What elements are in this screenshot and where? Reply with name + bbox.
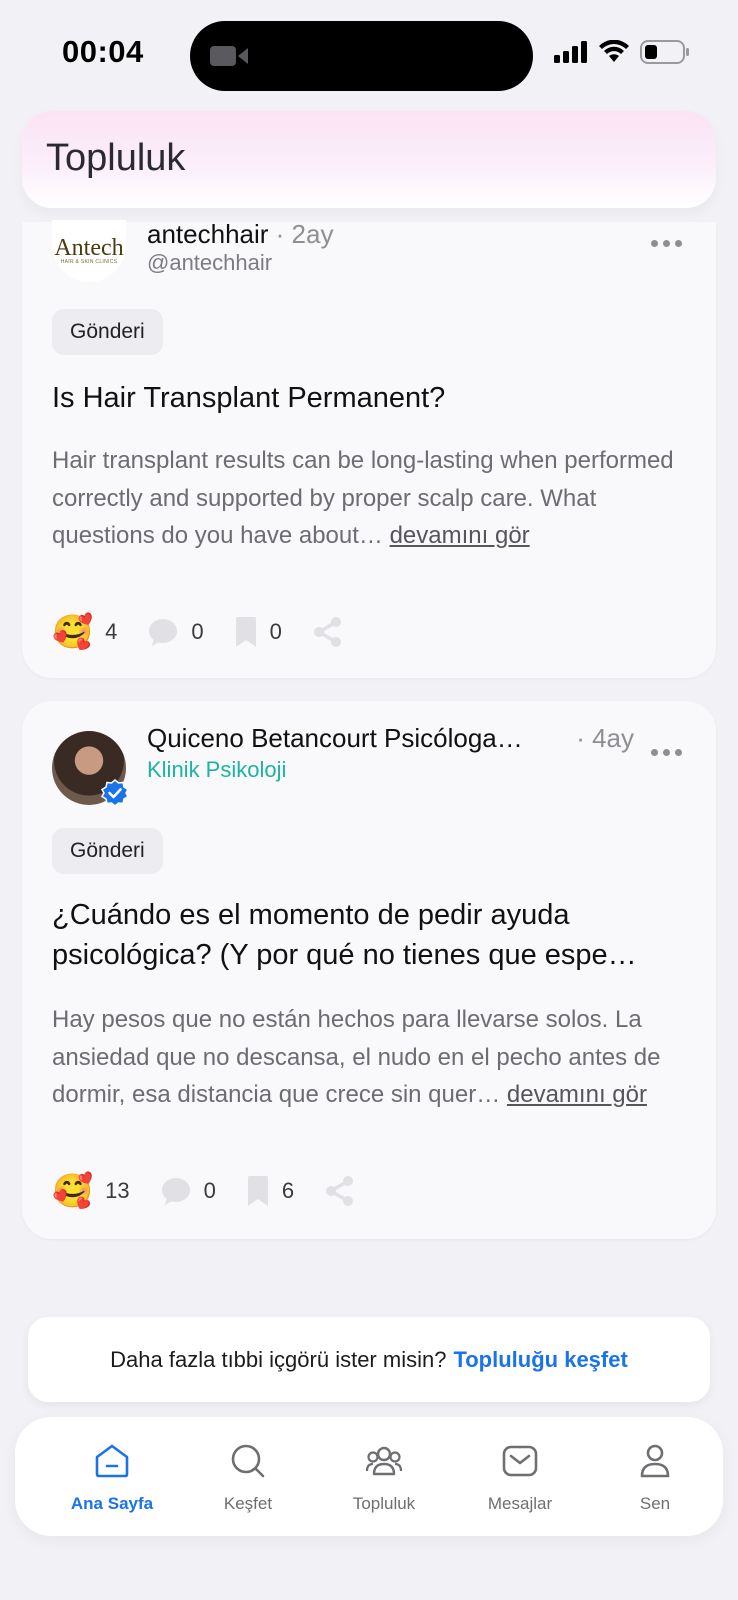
mail-icon <box>502 1445 538 1477</box>
tab-label: Ana Sayfa <box>70 1494 154 1513</box>
post-time: · 2ay <box>275 219 334 249</box>
page-title: Topluluk <box>46 137 186 179</box>
bottom-tab-bar: Ana Sayfa Keşfet Topluluk Mesajlar Sen <box>15 1417 723 1536</box>
dynamic-island <box>190 21 533 91</box>
reaction-count: 4 <box>105 619 118 644</box>
comment-icon <box>161 1178 190 1205</box>
battery-icon <box>640 40 689 64</box>
post-title[interactable]: Is Hair Transplant Permanent? <box>52 378 682 418</box>
verified-badge-icon <box>101 779 129 807</box>
page-header: Topluluk <box>22 111 716 208</box>
post-actions: 🥰 13 0 6 <box>52 1171 386 1211</box>
smiling-face-with-hearts-icon: 🥰 <box>52 613 94 650</box>
post-excerpt: Hair transplant results can be long-last… <box>52 447 674 549</box>
see-more-link[interactable]: devamını gör <box>507 1081 647 1108</box>
author-name[interactable]: Quiceno Betancourt Psicóloga… <box>147 723 547 754</box>
wifi-icon <box>599 40 629 62</box>
author-row[interactable]: antechhair · 2ay <box>147 219 333 250</box>
tab-profile[interactable]: Sen <box>587 1417 723 1536</box>
tab-label: Mesajlar <box>487 1494 553 1513</box>
share-button[interactable] <box>324 1175 356 1207</box>
post-card[interactable]: Antech HAIR & SKIN CLINICS antechhair · … <box>22 219 716 678</box>
share-icon <box>313 617 341 647</box>
author-handle: @antechhair <box>147 250 273 275</box>
search-icon <box>231 1444 265 1478</box>
banner-text: Daha fazla tıbbi içgörü ister misin? <box>110 1346 447 1372</box>
post-card[interactable]: Quiceno Betancourt Psicóloga… · 4ay Klin… <box>22 701 716 1239</box>
logo-subtext: HAIR & SKIN CLINICS <box>60 259 118 265</box>
post-body[interactable]: Hair transplant results can be long-last… <box>52 442 686 555</box>
logo-text: Antech <box>54 235 124 261</box>
avatar[interactable]: Antech HAIR & SKIN CLINICS <box>52 220 126 282</box>
post-type-badge: Gönderi <box>52 309 163 355</box>
tab-label: Topluluk <box>352 1494 416 1513</box>
post-title[interactable]: ¿Cuándo es el momento de pedir ayuda psi… <box>52 895 682 975</box>
tab-label: Sen <box>639 1494 671 1513</box>
cellular-signal-icon <box>554 41 587 63</box>
reaction-button[interactable]: 🥰 13 <box>52 1171 130 1211</box>
share-icon <box>326 1176 354 1206</box>
video-camera-icon <box>210 46 248 66</box>
profile-icon <box>640 1444 670 1478</box>
bookmark-icon <box>235 617 256 647</box>
save-count: 0 <box>269 619 282 644</box>
tab-home[interactable]: Ana Sayfa <box>44 1417 180 1536</box>
save-button[interactable]: 6 <box>246 1175 294 1207</box>
more-options-icon[interactable] <box>651 749 682 756</box>
comment-count: 0 <box>191 619 204 644</box>
post-actions: 🥰 4 0 0 <box>52 612 374 652</box>
tab-messages[interactable]: Mesajlar <box>452 1417 588 1536</box>
explore-community-banner: Daha fazla tıbbi içgörü ister misin? Top… <box>28 1317 710 1402</box>
see-more-link[interactable]: devamını gör <box>390 522 530 549</box>
explore-community-link[interactable]: Topluluğu keşfet <box>453 1347 627 1373</box>
community-icon <box>365 1446 403 1476</box>
comment-button[interactable]: 0 <box>160 1175 216 1207</box>
comment-count: 0 <box>203 1178 216 1203</box>
save-button[interactable]: 0 <box>234 616 282 648</box>
status-bar: 00:04 <box>0 0 738 110</box>
post-time: · 4ay <box>576 723 634 753</box>
home-icon <box>95 1444 129 1478</box>
tab-explore[interactable]: Keşfet <box>180 1417 316 1536</box>
post-body[interactable]: Hay pesos que no están hechos para lleva… <box>52 1001 686 1114</box>
tab-community[interactable]: Topluluk <box>316 1417 452 1536</box>
status-time: 00:04 <box>62 34 144 69</box>
more-options-icon[interactable] <box>651 240 682 247</box>
comment-button[interactable]: 0 <box>147 616 204 648</box>
author-specialty[interactable]: Klinik Psikoloji <box>147 757 286 783</box>
tab-label: Keşfet <box>223 1494 273 1513</box>
comment-icon <box>149 619 178 646</box>
status-indicators <box>554 40 690 64</box>
author-name[interactable]: antechhair <box>147 219 268 249</box>
reaction-button[interactable]: 🥰 4 <box>52 612 117 652</box>
post-type-badge: Gönderi <box>52 828 163 874</box>
share-button[interactable] <box>312 616 344 648</box>
save-count: 6 <box>281 1178 295 1203</box>
bookmark-icon <box>247 1176 268 1206</box>
smiling-face-with-hearts-icon: 🥰 <box>52 1172 94 1209</box>
reaction-count: 13 <box>105 1178 130 1203</box>
